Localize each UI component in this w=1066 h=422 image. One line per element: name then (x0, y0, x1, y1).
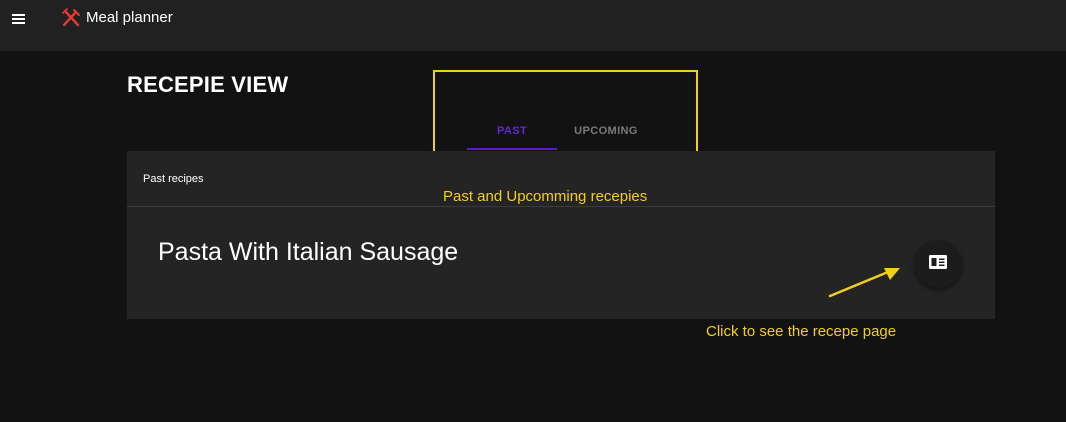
recipe-name: Pasta With Italian Sausage (158, 238, 459, 266)
app-title: Meal planner (86, 9, 173, 26)
top-app-bar: Meal planner (0, 0, 1066, 51)
tabs-annotation: Past and Upcomming recepies (443, 188, 648, 205)
card-header-label: Past recipes (143, 173, 204, 185)
annotation-arrow-icon (828, 268, 900, 298)
fork-knife-icon (61, 8, 81, 28)
open-recipe-button[interactable] (914, 240, 962, 288)
recipe-card-icon (929, 254, 947, 274)
click-annotation: Click to see the recepe page (706, 323, 897, 340)
page-title: RECEPIE VIEW (127, 72, 289, 97)
hamburger-menu-icon[interactable] (10, 11, 28, 27)
